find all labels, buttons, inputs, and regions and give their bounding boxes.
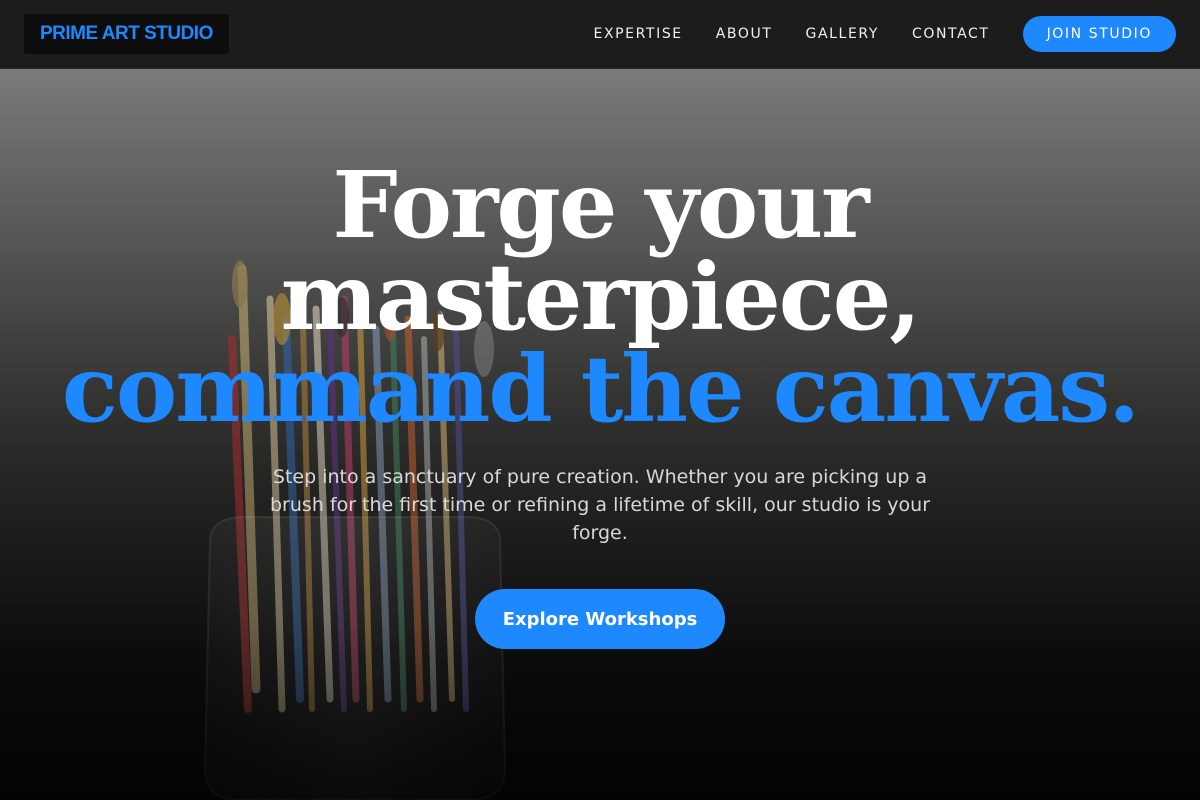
logo[interactable]: PRIME ART STUDIO	[24, 14, 229, 54]
explore-workshops-button[interactable]: Explore Workshops	[475, 589, 725, 649]
join-studio-button[interactable]: JOIN STUDIO	[1022, 16, 1176, 52]
nav-about[interactable]: ABOUT	[716, 26, 773, 42]
site-header: PRIME ART STUDIO EXPERTISE ABOUT GALLERY…	[0, 0, 1200, 69]
headline-accent: command the canvas.	[61, 335, 1140, 443]
nav-expertise[interactable]: EXPERTISE	[594, 26, 683, 42]
nav-gallery[interactable]: GALLERY	[806, 26, 879, 42]
hero-section: Forge your masterpiece, command the canv…	[0, 69, 1200, 800]
main-nav: EXPERTISE ABOUT GALLERY CONTACT JOIN STU…	[594, 16, 1176, 52]
hero-subtext: Step into a sanctuary of pure creation. …	[270, 466, 931, 544]
hero-headline: Forge your masterpiece, command the canv…	[0, 159, 1200, 435]
hero-content: Forge your masterpiece, command the canv…	[0, 159, 1200, 649]
nav-contact[interactable]: CONTACT	[912, 26, 990, 42]
